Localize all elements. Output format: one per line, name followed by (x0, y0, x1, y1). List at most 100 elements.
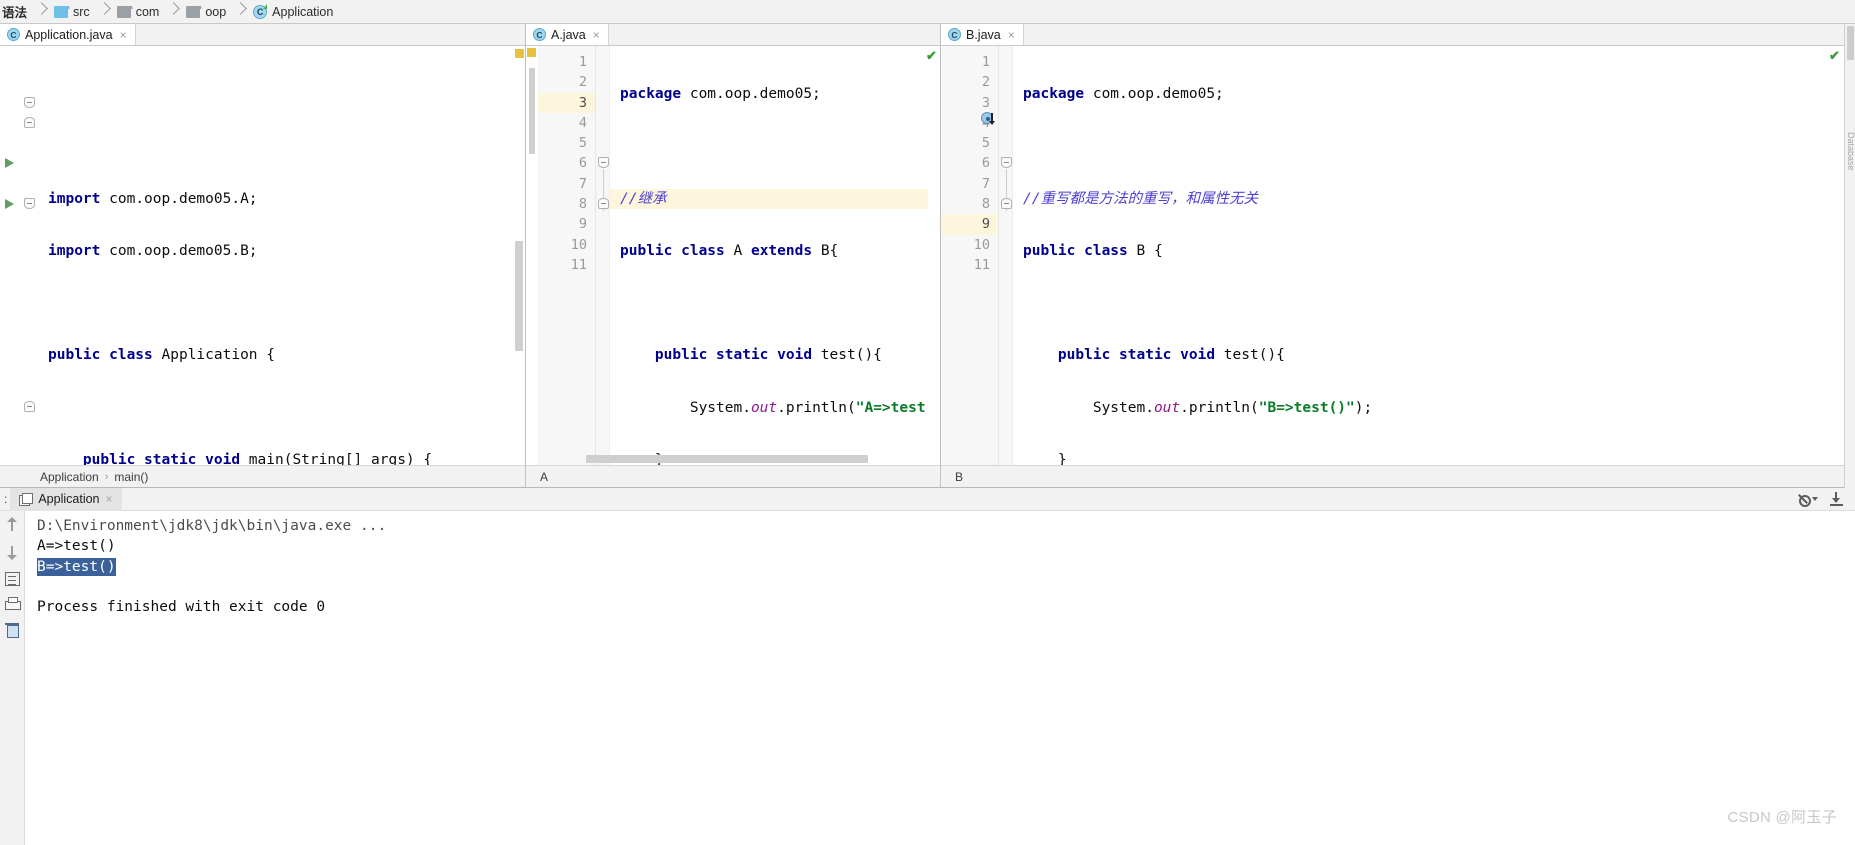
run-window-actions (1796, 492, 1855, 507)
horizontal-scrollbar-mid[interactable] (586, 455, 926, 463)
line-number: 11 (973, 256, 990, 273)
console-output[interactable]: D:\Environment\jdk8\jdk\bin\java.exe ...… (25, 511, 1855, 845)
nav-class-label[interactable]: Application (40, 470, 99, 484)
print-icon[interactable] (4, 597, 21, 611)
line-number: 8 (981, 196, 990, 213)
line-number: 3 (981, 94, 990, 111)
line-number: 4 (578, 114, 587, 131)
code-editor-a[interactable]: package com.oop.demo05; //继承 public clas… (610, 46, 940, 465)
editor-split-area: C Application.java × import com.oop.demo… (0, 24, 1855, 500)
run-method-icon[interactable] (5, 199, 14, 210)
breadcrumb-com-label: com (135, 4, 160, 19)
fold-main-icon[interactable] (24, 198, 35, 210)
line-number: 7 (981, 175, 990, 192)
nav-separator-icon: › (104, 470, 109, 483)
rail-label[interactable]: Database (1846, 132, 1855, 176)
code-editor-b[interactable]: package com.oop.demo05; //重写都是方法的重写，和属性无… (1013, 46, 1855, 465)
tabbar-mid: C A.java × (526, 24, 940, 46)
fold-method-end-icon[interactable] (1001, 198, 1012, 210)
fold-strip-mid (596, 46, 610, 465)
nav-class-label[interactable]: A (540, 470, 548, 484)
editor-body-left: import com.oop.demo05.A; import com.oop.… (0, 46, 525, 465)
close-icon[interactable]: × (106, 492, 113, 506)
code-line: //重写都是方法的重写，和属性无关 (1023, 190, 1258, 207)
breadcrumb-item-application[interactable]: C Application (247, 0, 342, 24)
code-line-current: //继承 (610, 188, 940, 209)
close-icon[interactable]: × (593, 29, 600, 41)
fold-imports-icon[interactable] (24, 96, 35, 108)
line-number: 10 (570, 236, 587, 253)
code-line: import com.oop.demo05.B; (48, 242, 258, 259)
warning-marker[interactable] (515, 49, 524, 58)
editor-pane-b: C B.java × 1 2 3 4 5 6 7 8 9 10 11 (940, 24, 1855, 487)
line-number: 1 (981, 54, 990, 70)
arrow-down-icon[interactable] (4, 544, 21, 561)
clear-all-icon[interactable] (5, 622, 19, 638)
run-window-sidebar (0, 511, 25, 845)
breadcrumb-module-label: 语法 (2, 6, 28, 20)
fold-method-icon[interactable] (598, 157, 609, 169)
console-line-status: Process finished with exit code 0 (37, 599, 326, 616)
breadcrumb-item-src[interactable]: src (48, 0, 99, 24)
fold-imports-end-icon[interactable] (24, 116, 35, 128)
scrollbar-left[interactable] (513, 46, 525, 465)
line-number: 5 (578, 135, 587, 152)
nav-class-label[interactable]: B (955, 470, 963, 484)
download-icon[interactable] (1830, 492, 1843, 506)
tab-application-java[interactable]: C Application.java × (0, 24, 136, 45)
scroll-thumb[interactable] (1847, 26, 1854, 60)
fold-strip-left (22, 46, 38, 465)
scrollbar-mid[interactable]: ✔ (926, 46, 940, 465)
breadcrumb-application-label: Application (272, 4, 334, 19)
line-number: 11 (570, 256, 587, 273)
breadcrumb-item-oop[interactable]: oop (180, 0, 235, 24)
inspection-ok-icon[interactable]: ✔ (926, 49, 938, 62)
inspection-ok-icon[interactable]: ✔ (1829, 49, 1841, 62)
editor-body-mid: 1 2 3 4 5 6 7 8 9 10 11 package com.oop.… (526, 46, 940, 465)
todo-marker (527, 48, 536, 57)
breadcrumb-item-module[interactable]: 语法 (0, 0, 36, 24)
code-line: public class Application { (48, 347, 275, 364)
line-number: 6 (981, 155, 990, 172)
right-tool-rail[interactable]: Database (1844, 24, 1855, 500)
editor-pane-a: C A.java × 1 2 3 4 5 6 7 8 9 10 11 packa… (525, 24, 940, 487)
fold-method-end-icon[interactable] (598, 198, 609, 210)
settings-button[interactable] (1796, 492, 1818, 507)
tab-b-java[interactable]: C B.java × (941, 24, 1024, 45)
run-class-icon[interactable] (5, 158, 14, 169)
code-line: System.out.println("A=>test()"); (620, 399, 940, 416)
nav-method-label[interactable]: main() (114, 470, 148, 484)
folder-icon (116, 5, 133, 18)
line-number: 2 (578, 74, 587, 91)
fold-main-end-icon[interactable] (24, 401, 35, 413)
tabbar-right: C B.java × (941, 24, 1855, 46)
code-line: } (1023, 452, 1067, 465)
overridden-method-icon[interactable] (981, 112, 995, 126)
code-editor-application[interactable]: import com.oop.demo05.A; import com.oop.… (38, 46, 525, 465)
run-tab-application[interactable]: Application × (10, 487, 122, 511)
breadcrumb-separator-icon (36, 0, 48, 24)
breadcrumb-item-com[interactable]: com (111, 0, 169, 24)
fold-method-icon[interactable] (1001, 157, 1012, 169)
line-number: 1 (578, 54, 587, 70)
line-numbers-right: 1 2 3 4 5 6 7 8 9 10 11 (941, 46, 999, 465)
breadcrumb-separator-icon (168, 0, 180, 24)
java-file-icon: C (7, 28, 20, 41)
watermark: CSDN @阿玉子 (1727, 809, 1837, 826)
soft-wrap-icon[interactable] (4, 572, 20, 586)
java-file-icon: C (948, 28, 961, 41)
code-line: public class A extends B{ (620, 242, 839, 259)
scroll-thumb[interactable] (515, 241, 523, 351)
close-icon[interactable]: × (120, 29, 127, 41)
tab-a-java[interactable]: C A.java × (526, 24, 609, 45)
arrow-up-icon[interactable] (4, 516, 21, 533)
vertical-indicator (529, 68, 535, 154)
fold-strip-right (999, 46, 1013, 465)
scrollbar-right[interactable]: ✔ (1829, 46, 1843, 465)
close-icon[interactable]: × (1008, 29, 1015, 41)
code-line: System.out.println("B=>test()"); (1023, 399, 1373, 416)
chevron-down-icon (1812, 497, 1818, 501)
